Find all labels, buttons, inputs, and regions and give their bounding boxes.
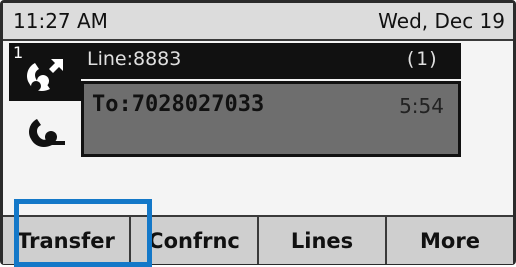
phone-handset-active-icon bbox=[27, 59, 63, 91]
line-label: Line:8883 bbox=[87, 48, 182, 70]
line-number: 1 bbox=[13, 43, 24, 62]
line-key-1[interactable]: 1 bbox=[9, 43, 81, 101]
call-destination: To:7028027033 bbox=[92, 92, 265, 117]
line-call-count: (1) bbox=[404, 48, 439, 70]
active-call[interactable]: To:7028027033 5:54 bbox=[81, 81, 461, 157]
conference-button[interactable]: Confrnc bbox=[131, 217, 259, 264]
transfer-button[interactable]: Transfer bbox=[3, 217, 131, 264]
call-duration: 5:54 bbox=[399, 94, 444, 118]
phone-handset-icon bbox=[29, 119, 65, 147]
phone-screen: 11:27 AM Wed, Dec 19 1 Line:8883 (1) To:… bbox=[0, 0, 516, 265]
more-button[interactable]: More bbox=[387, 217, 513, 264]
lines-button[interactable]: Lines bbox=[259, 217, 387, 264]
softkey-bar: Transfer Confrnc Lines More bbox=[3, 215, 513, 264]
status-time: 11:27 AM bbox=[13, 9, 108, 33]
line-header: Line:8883 (1) bbox=[81, 43, 461, 79]
status-date: Wed, Dec 19 bbox=[378, 9, 505, 33]
status-bar: 11:27 AM Wed, Dec 19 bbox=[3, 3, 513, 41]
